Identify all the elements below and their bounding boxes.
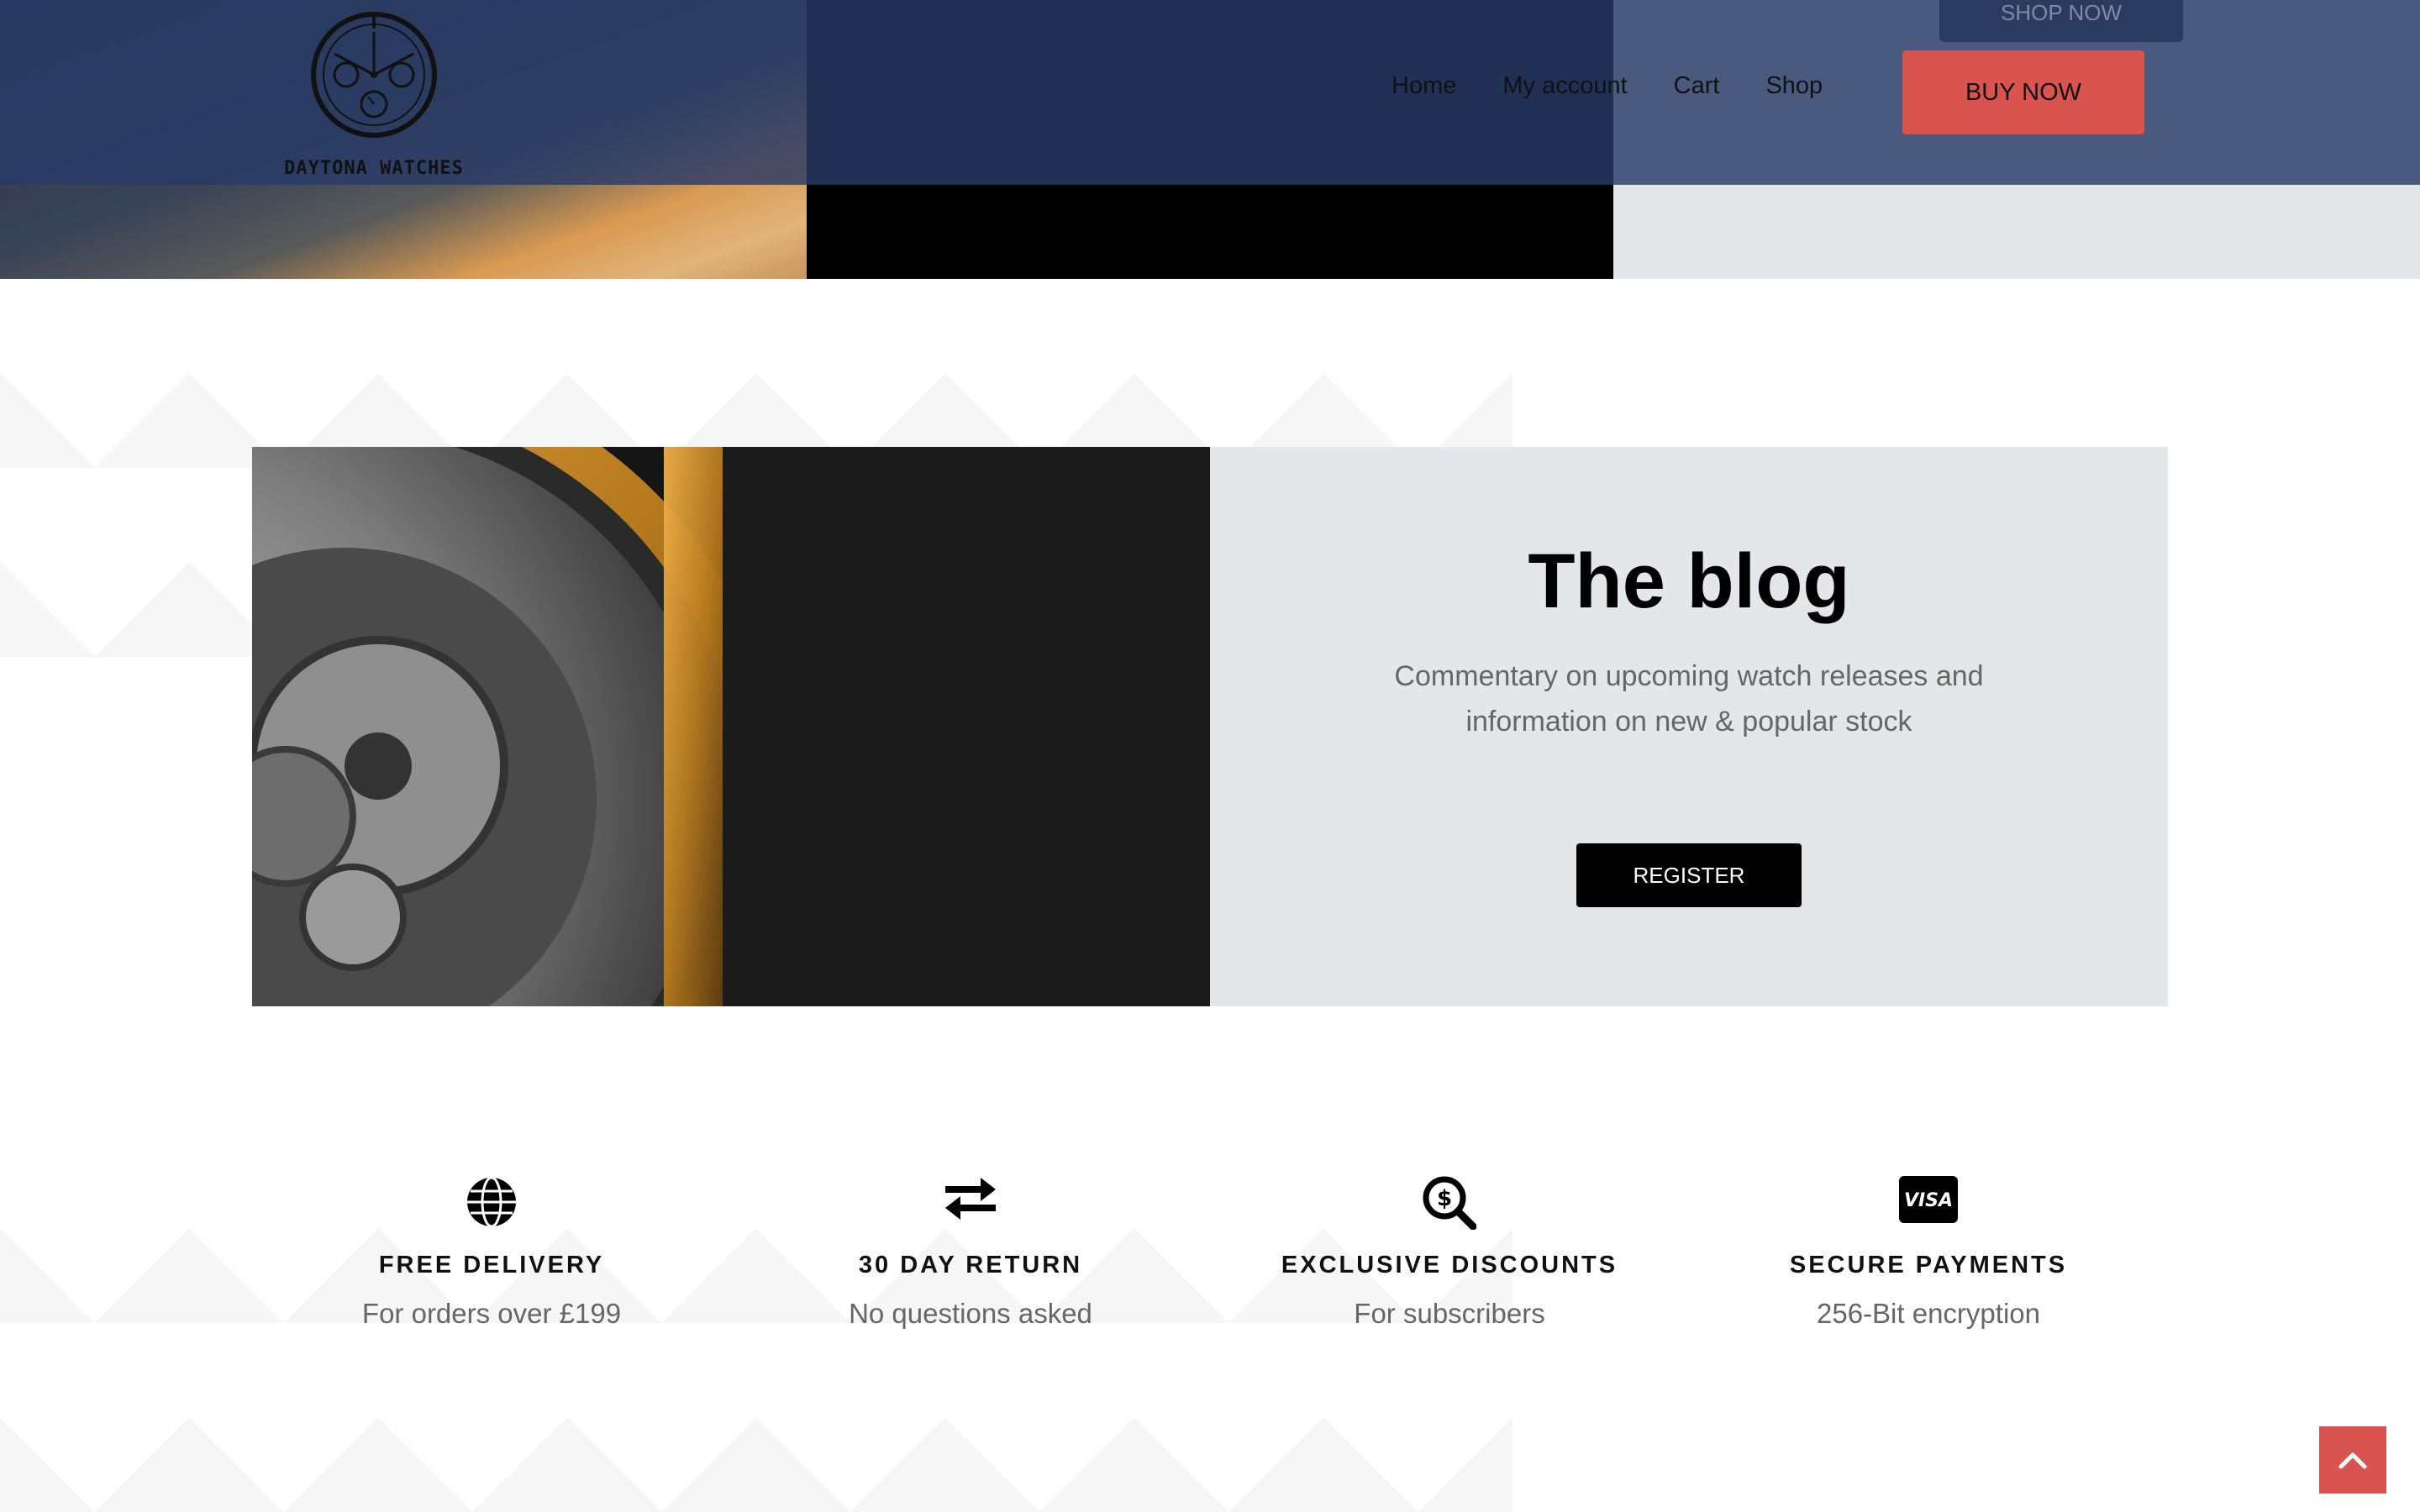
logo-wordmark: DAYTONA WATCHES	[284, 158, 464, 179]
visa-card-icon: VISA	[1899, 1176, 1958, 1223]
feature-exclusive-discounts: $ EXCLUSIVE DISCOUNTS For subscribers	[1210, 1176, 1689, 1330]
chevron-up-icon	[2338, 1452, 2367, 1469]
feature-free-delivery: FREE DELIVERY For orders over £199	[252, 1176, 731, 1330]
watch-logo-icon	[311, 12, 437, 138]
blog-info-panel: The blog Commentary on upcoming watch re…	[1210, 447, 2168, 1006]
nav-shop[interactable]: Shop	[1765, 72, 1823, 111]
scroll-to-top-button[interactable]	[2319, 1426, 2386, 1494]
nav-cart[interactable]: Cart	[1674, 72, 1720, 111]
feature-subtitle: For subscribers	[1354, 1298, 1545, 1329]
blog-description: Commentary on upcoming watch releases an…	[1394, 660, 1984, 738]
buy-now-button[interactable]: BUY NOW	[1902, 50, 2144, 134]
feature-title: FREE DELIVERY	[378, 1252, 605, 1278]
globe-icon	[467, 1176, 516, 1228]
feature-title: SECURE PAYMENTS	[1789, 1252, 2068, 1278]
site-logo[interactable]: DAYTONA WATCHES	[252, 8, 496, 179]
feature-subtitle: No questions asked	[849, 1298, 1092, 1329]
feature-title: 30 DAY RETURN	[858, 1252, 1083, 1278]
feature-subtitle: 256-Bit encryption	[1817, 1298, 2040, 1329]
blog-watch-image	[252, 447, 1210, 1006]
site-header: SHOP NOW DAYTONA WATCHES Home My account…	[0, 0, 2420, 185]
feature-title: EXCLUSIVE DISCOUNTS	[1281, 1252, 1618, 1278]
search-dollar-icon: $	[1423, 1176, 1476, 1230]
feature-30-day-return: 30 DAY RETURN No questions asked	[731, 1176, 1210, 1330]
feature-subtitle: For orders over £199	[361, 1298, 622, 1329]
nav-my-account[interactable]: My account	[1502, 72, 1627, 111]
blog-section: The blog Commentary on upcoming watch re…	[252, 447, 2168, 1006]
features-row: FREE DELIVERY For orders over £199 30 DA…	[252, 1176, 2168, 1361]
register-button[interactable]: REGISTER	[1576, 843, 1802, 907]
exchange-arrows-icon	[945, 1178, 996, 1220]
blog-title: The blog	[1528, 538, 1850, 624]
svg-text:VISA: VISA	[1904, 1190, 1953, 1211]
svg-text:$: $	[1437, 1186, 1452, 1211]
nav-home[interactable]: Home	[1392, 72, 1456, 111]
shop-now-button[interactable]: SHOP NOW	[1939, 0, 2183, 42]
watch-movement-illustration	[252, 447, 1210, 1006]
feature-secure-payments: VISA SECURE PAYMENTS 256-Bit encryption	[1689, 1176, 2168, 1330]
main-nav: Home My account Cart Shop	[1392, 72, 1869, 111]
